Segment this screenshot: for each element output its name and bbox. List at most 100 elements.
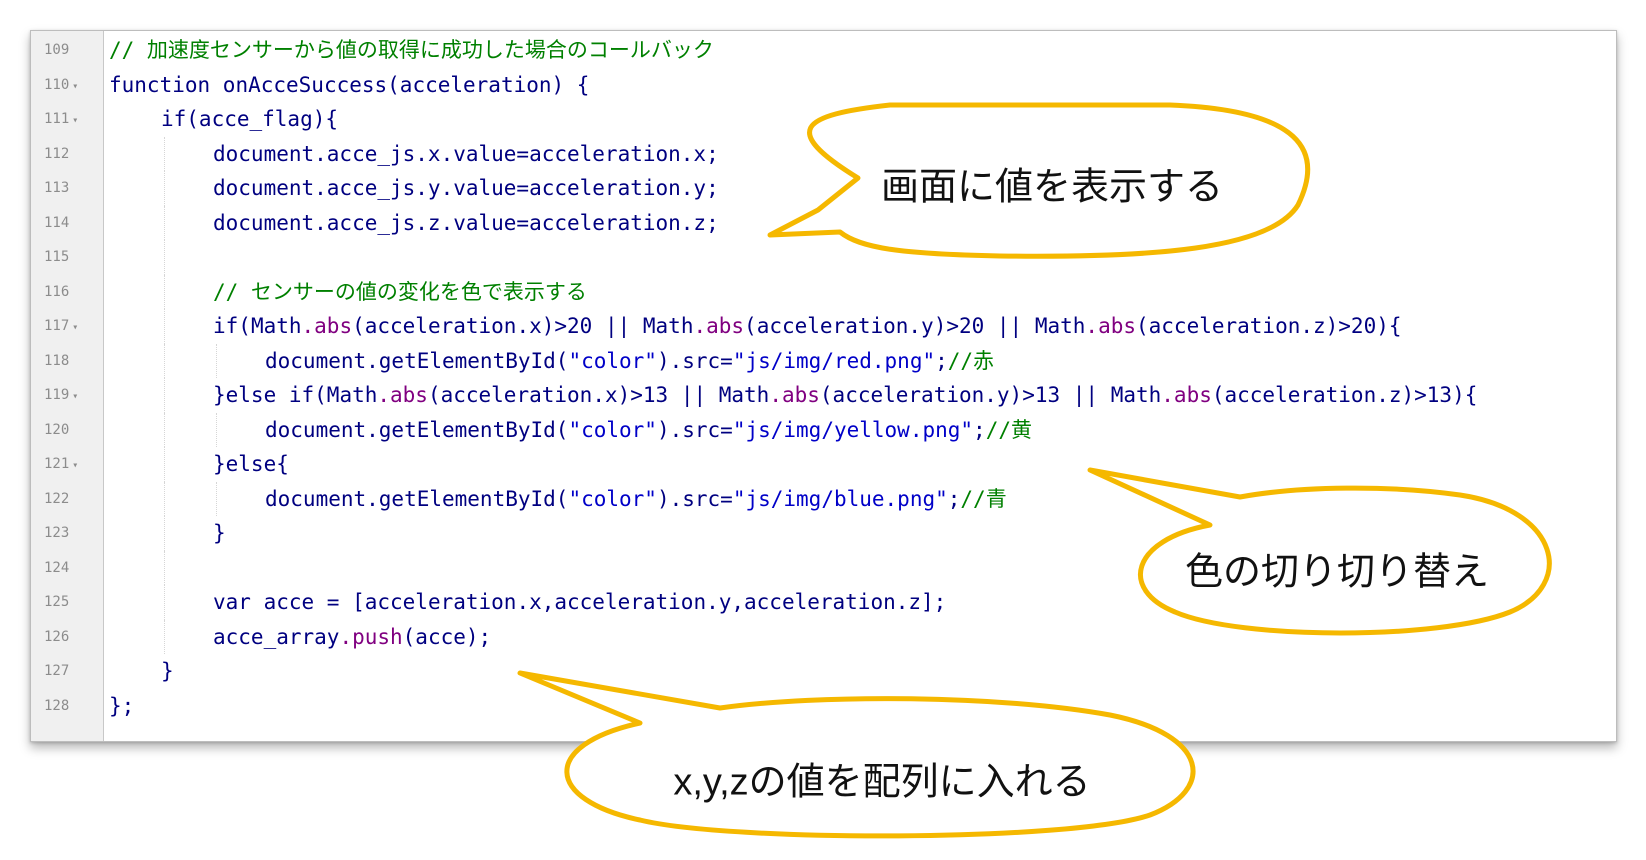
code-token: //赤 bbox=[947, 348, 995, 373]
code-token: .abs bbox=[1161, 383, 1212, 407]
code-line[interactable]: 114 document.acce_js.z.value=acceleration… bbox=[31, 205, 1616, 241]
code-text[interactable]: }else if(Math.abs(acceleration.x)>13 || … bbox=[213, 378, 1477, 413]
line-number-text: 111 bbox=[44, 111, 70, 127]
code-text[interactable]: acce_array.push(acce); bbox=[213, 620, 491, 655]
code-token: Math bbox=[1034, 314, 1086, 338]
code-token: Math bbox=[326, 383, 378, 407]
code-line[interactable]: 111 ▾ if(acce_flag){ bbox=[31, 102, 1616, 137]
code-line[interactable]: 116 // センサーの値の変化を色で表示する bbox=[31, 274, 1616, 310]
code-text[interactable]: }else{ bbox=[213, 447, 289, 482]
indent-guide bbox=[164, 378, 165, 413]
indent-guide bbox=[164, 274, 165, 309]
code-text[interactable]: }; bbox=[109, 689, 134, 724]
code-lines: 109// 加速度センサーから値の取得に成功した場合のコールバック 110 ▾ fun… bbox=[31, 33, 1616, 723]
code-token: ).src= bbox=[656, 417, 733, 442]
line-number-text: 118 bbox=[44, 352, 70, 369]
indent-guide bbox=[164, 516, 165, 551]
line-number: 118 bbox=[31, 344, 103, 379]
indent-guide bbox=[216, 481, 217, 516]
line-number-text: 116 bbox=[44, 283, 70, 300]
fold-arrow-icon[interactable]: ▾ bbox=[72, 322, 78, 333]
code-text[interactable]: document.acce_js.z.value=acceleration.z; bbox=[213, 206, 719, 241]
code-text[interactable]: if(Math.abs(acceleration.x)>20 || Math.a… bbox=[213, 309, 1402, 344]
code-token: //黄 bbox=[985, 417, 1032, 442]
fold-arrow-icon[interactable]: ▾ bbox=[72, 460, 78, 471]
code-text[interactable]: if(acce_flag){ bbox=[161, 102, 338, 137]
code-token: "color" bbox=[568, 348, 657, 373]
code-text[interactable]: } bbox=[213, 516, 226, 551]
code-text[interactable]: document.acce_js.y.value=acceleration.y; bbox=[213, 171, 719, 206]
indent-guide bbox=[164, 585, 165, 620]
code-text[interactable]: // 加速度センサーから値の取得に成功した場合のコールバック bbox=[109, 33, 714, 68]
code-token: Math bbox=[718, 383, 770, 407]
code-line[interactable]: 110 ▾ function onAcceSuccess(acceleration)… bbox=[31, 68, 1616, 103]
code-token: function bbox=[109, 72, 223, 97]
callout-display-text: 画面に値を表示する bbox=[880, 166, 1224, 209]
code-line[interactable]: 113 document.acce_js.y.value=acceleration… bbox=[31, 171, 1616, 206]
code-text[interactable]: document.acce_js.x.value=acceleration.x; bbox=[213, 137, 719, 172]
fold-arrow-icon[interactable]: ▾ bbox=[72, 115, 78, 126]
line-number: 121 ▾ bbox=[31, 447, 103, 482]
code-line[interactable]: 127} bbox=[31, 654, 1616, 689]
code-token: (acceleration.x)>20 || bbox=[352, 314, 643, 338]
code-text[interactable]: var acce = [acceleration.x,acceleration.… bbox=[213, 585, 946, 620]
code-line[interactable]: 118 document.getElementById("color").src=… bbox=[31, 343, 1616, 379]
code-text[interactable]: } bbox=[161, 654, 174, 689]
code-token: // センサーの値の変化を色で表示する bbox=[213, 279, 587, 304]
code-token: onAcceSuccess(acceleration) { bbox=[222, 72, 590, 97]
code-line[interactable]: 128}; bbox=[31, 689, 1616, 724]
line-number-text: 126 bbox=[44, 628, 70, 645]
code-line[interactable]: 109 // 加速度センサーから値の取得に成功した場合のコールバック bbox=[31, 33, 1616, 68]
code-editor[interactable]: 109// 加速度センサーから値の取得に成功した場合のコールバック 110 ▾ fun… bbox=[30, 30, 1617, 742]
indent-guide bbox=[164, 550, 165, 585]
line-number-text: 128 bbox=[44, 697, 70, 714]
line-number-text: 110 bbox=[44, 76, 70, 93]
indent-guide bbox=[164, 447, 165, 482]
fold-arrow-icon[interactable]: ▾ bbox=[72, 81, 78, 92]
code-token: var bbox=[213, 590, 264, 614]
code-line[interactable]: 115 bbox=[31, 240, 1616, 275]
code-token: "js/img/blue.png" bbox=[732, 486, 948, 511]
line-number-text: 112 bbox=[44, 145, 70, 162]
line-number: 127 bbox=[31, 654, 103, 689]
code-token: if( bbox=[213, 314, 251, 338]
indent-guide bbox=[216, 412, 217, 447]
code-text[interactable]: document.getElementById("color").src="js… bbox=[265, 482, 1007, 517]
code-line[interactable]: 117 ▾ if(Math.abs(acceleration.x)>20 || Ma… bbox=[31, 309, 1616, 344]
code-line[interactable]: 120 document.getElementById("color").src=… bbox=[31, 412, 1616, 448]
code-token: document.acce_js.z.value=acceleration.z; bbox=[213, 210, 719, 235]
code-token: "js/img/red.png" bbox=[732, 348, 936, 373]
fold-arrow-icon[interactable]: ▾ bbox=[72, 391, 78, 402]
code-line[interactable]: 119 ▾}else if(Math.abs(acceleration.x)>13… bbox=[31, 378, 1616, 413]
line-number: 111 ▾ bbox=[31, 102, 103, 137]
line-number: 126 bbox=[31, 620, 103, 655]
code-line[interactable]: 122 document.getElementById("color").src=… bbox=[31, 481, 1616, 517]
code-token: (acceleration.y)>13 || bbox=[819, 383, 1111, 407]
code-token: .abs bbox=[693, 314, 745, 338]
line-number: 109 bbox=[31, 33, 103, 68]
line-number: 114 bbox=[31, 206, 103, 241]
code-text[interactable]: document.getElementById("color").src="js… bbox=[265, 344, 994, 379]
line-number: 122 bbox=[31, 482, 103, 517]
code-line[interactable]: 126 acce_array.push(acce); bbox=[31, 619, 1616, 655]
line-number-text: 114 bbox=[44, 214, 70, 231]
code-line[interactable]: 121 ▾ }else{ bbox=[31, 447, 1616, 482]
code-token: }else{ bbox=[213, 452, 289, 476]
line-number-text: 119 bbox=[44, 387, 70, 403]
code-token: ).src= bbox=[656, 348, 733, 373]
code-token: document.getElementById( bbox=[265, 486, 569, 511]
indent-guide bbox=[164, 171, 165, 206]
code-line[interactable]: 112 document.acce_js.x.value=acceleration… bbox=[31, 136, 1616, 172]
indent-guide bbox=[164, 481, 165, 516]
code-token: ; bbox=[973, 417, 986, 442]
indent-guide bbox=[164, 343, 165, 378]
code-text[interactable]: function onAcceSuccess(acceleration) { bbox=[109, 68, 589, 103]
callout-array-text: x,y,zの値を配列に入れる bbox=[673, 761, 1091, 804]
code-text[interactable]: // センサーの値の変化を色で表示する bbox=[213, 275, 587, 310]
code-token: } bbox=[213, 521, 226, 545]
indent-guide bbox=[164, 136, 165, 171]
line-number: 113 bbox=[31, 171, 103, 206]
line-number-text: 125 bbox=[44, 594, 70, 610]
code-text[interactable]: document.getElementById("color").src="js… bbox=[265, 413, 1032, 448]
indent-guide bbox=[164, 240, 165, 275]
